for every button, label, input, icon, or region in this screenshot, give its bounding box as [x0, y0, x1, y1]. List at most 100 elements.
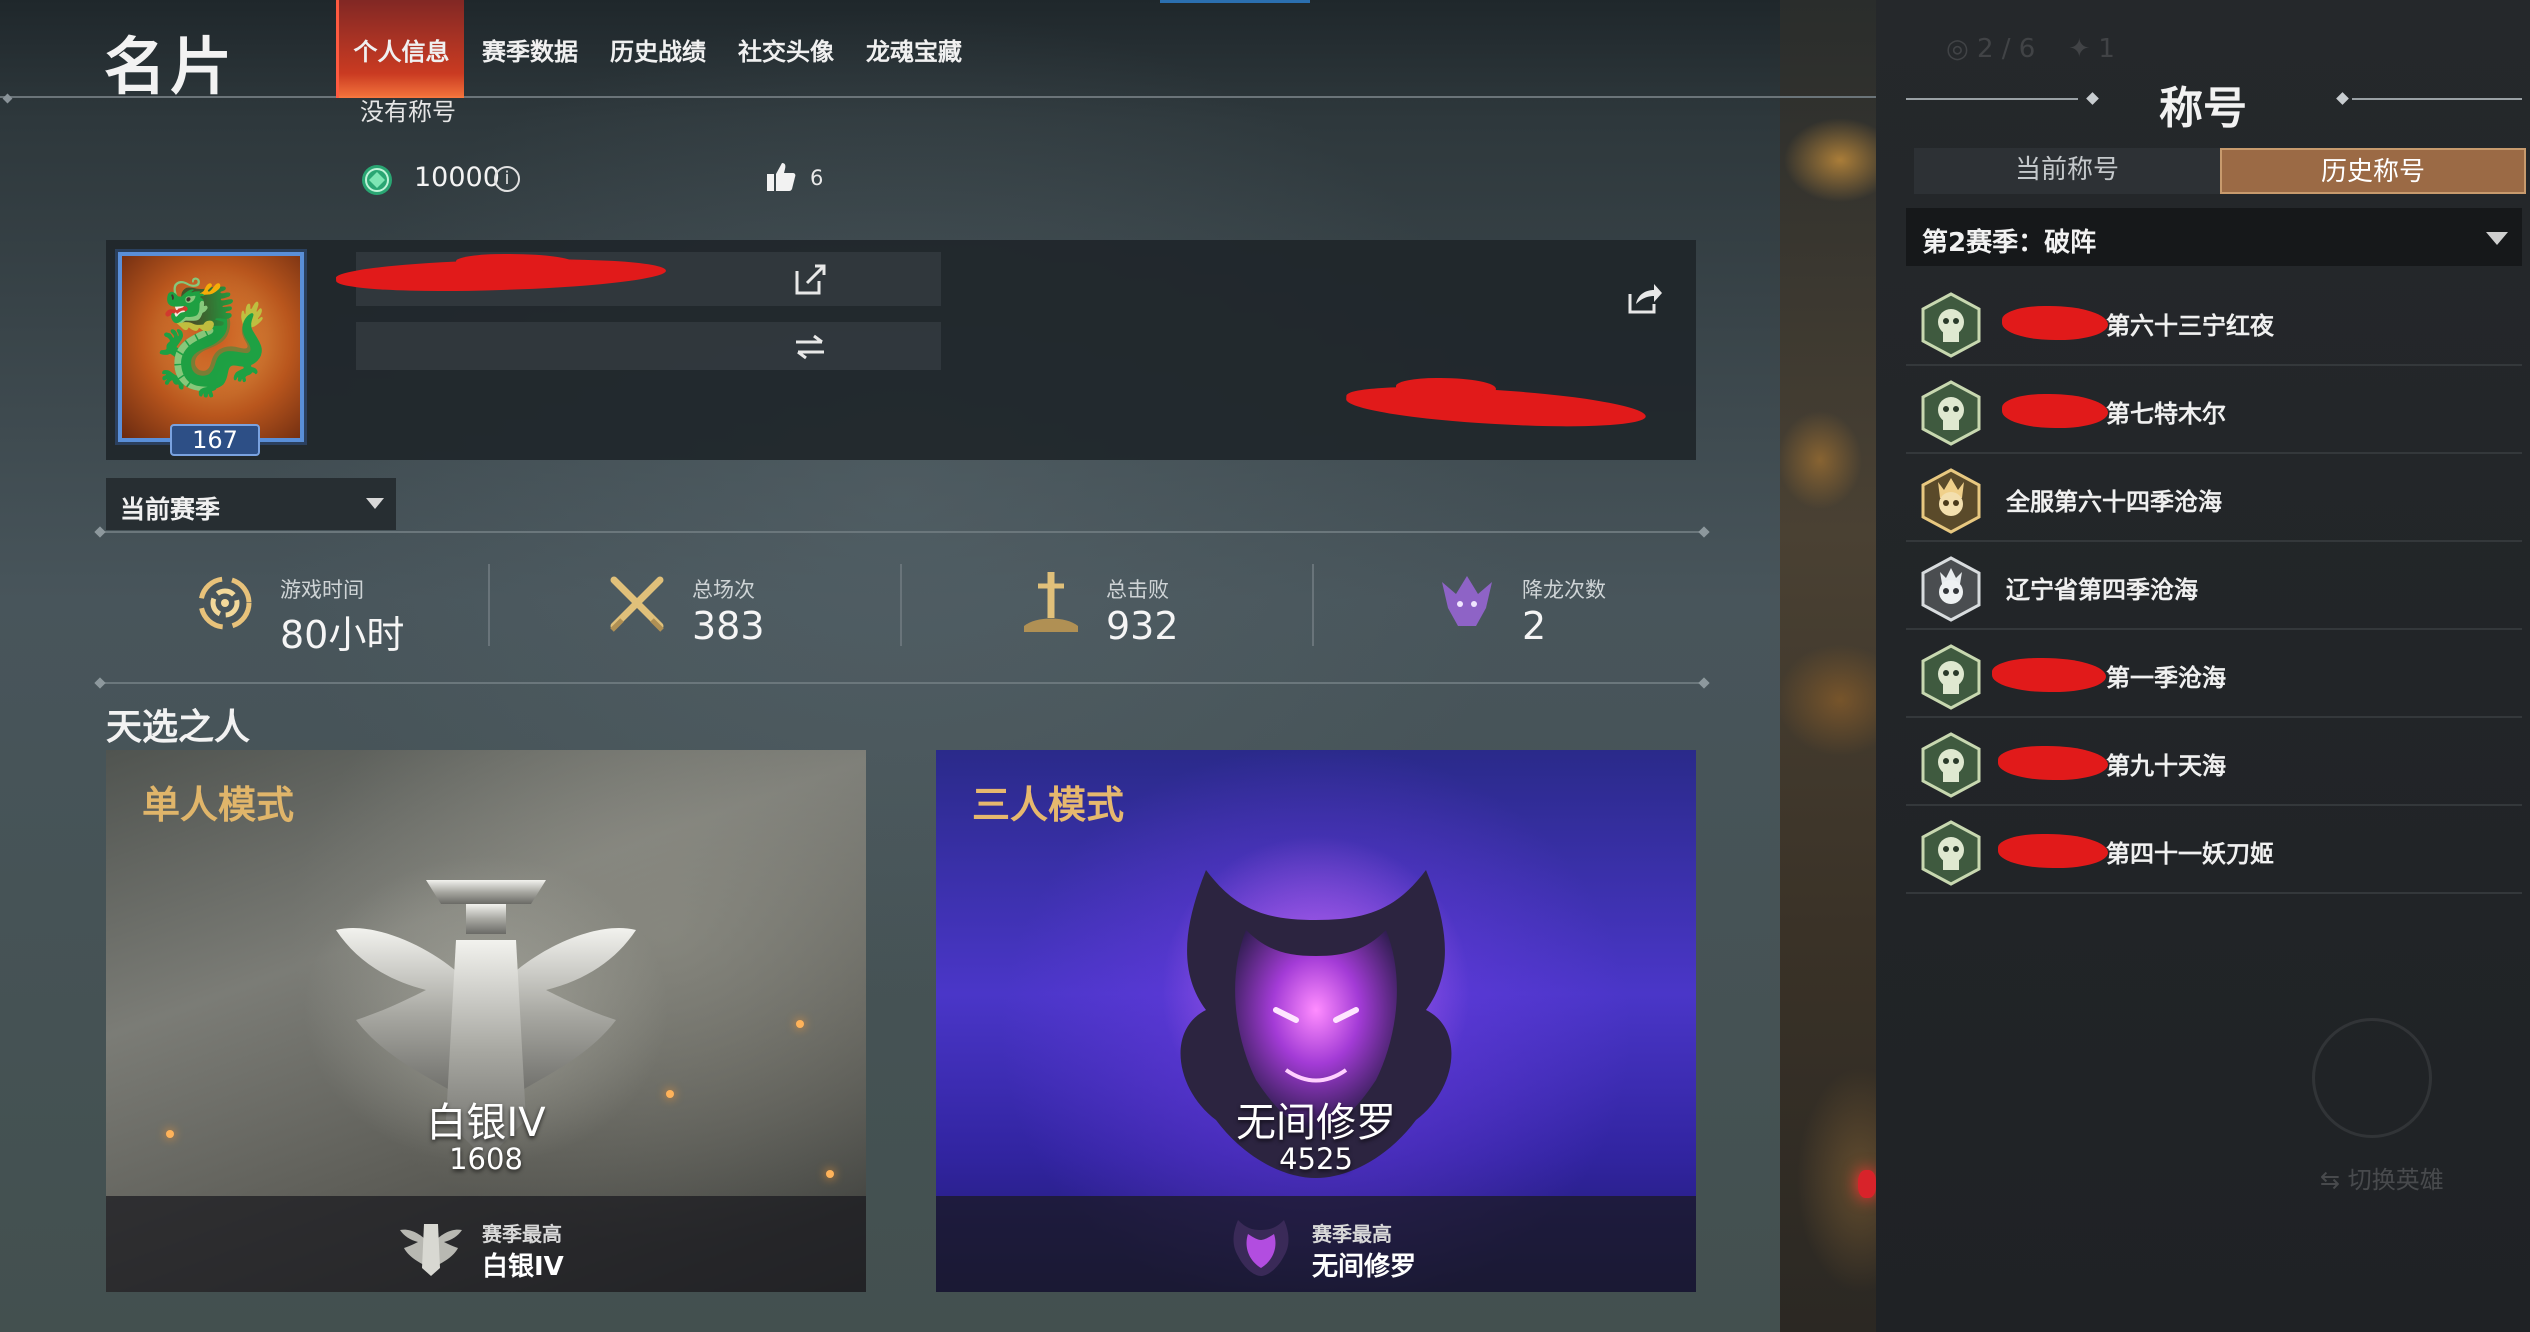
green-skull-badge-icon	[1921, 732, 1981, 798]
stat-value: 80小时	[280, 613, 405, 657]
page-title: 名片	[104, 30, 237, 103]
rank-name: 白银IV	[426, 1100, 546, 1146]
title-season-label: 第2赛季：破阵	[1922, 228, 2097, 258]
stat-total-matches: 总场次 383	[602, 566, 902, 656]
season-best-rank: 白银IV	[482, 1252, 564, 1282]
trio-mode-card[interactable]: 三人模式 无间修罗 4525 赛季最高 无间修罗	[936, 750, 1696, 1292]
tab-label: 赛季数据	[482, 37, 578, 66]
title-text: 第一季沧海	[2106, 664, 2226, 692]
title-text: 第九十天海	[2106, 752, 2226, 780]
rank-score: 4525	[1279, 1142, 1353, 1176]
switch-hero-label: 切换英雄	[2347, 1166, 2444, 1194]
tab-label: 历史战绩	[610, 37, 706, 66]
silver-rank-small-icon	[400, 1224, 462, 1276]
top-indicator	[1160, 0, 1310, 3]
dragon-head-icon	[1442, 576, 1492, 626]
redacted-title-prefix	[1998, 834, 2108, 868]
redacted-title-prefix	[1992, 658, 2106, 692]
section-title: 天选之人	[106, 707, 251, 748]
like-count: 6	[810, 166, 824, 190]
scene-background	[1780, 0, 1890, 1332]
tab-season-data[interactable]: 赛季数据	[466, 0, 594, 98]
switch-hero-hint: ⇆ 切换英雄	[2320, 1166, 2444, 1194]
stat-divider	[1312, 564, 1314, 646]
redacted-id	[1345, 382, 1647, 432]
tab-social-avatar[interactable]: 社交头像	[722, 0, 850, 98]
chevron-down-icon	[366, 498, 384, 509]
title-list-item[interactable]: 第六十三宁红夜	[1906, 278, 2522, 366]
title-list-item[interactable]: 第七特木尔	[1906, 366, 2522, 454]
silver-skull-badge-icon	[1921, 556, 1981, 622]
currency-value: 10000	[414, 162, 500, 193]
profile-card: 🐉 167	[106, 240, 1696, 460]
share-icon[interactable]	[1622, 276, 1666, 320]
season-best-bar: 赛季最高 无间修罗	[936, 1196, 1696, 1292]
title-list-item[interactable]: 全服第六十四季沧海	[1906, 454, 2522, 542]
player-title-text: 没有称号	[360, 98, 456, 126]
rank-score: 1608	[449, 1142, 523, 1176]
green-skull-badge-icon	[1921, 380, 1981, 446]
tab-label: 个人信息	[353, 37, 450, 66]
divider-line	[100, 531, 1706, 533]
swap-title-icon[interactable]	[788, 330, 832, 364]
tab-personal-info[interactable]: 个人信息	[336, 0, 464, 98]
player-level-badge: 167	[170, 424, 260, 456]
tab-dragon-soul-treasure[interactable]: 龙魂宝藏	[850, 0, 978, 98]
boss-eye-glow	[1858, 1170, 1876, 1198]
tab-history-record[interactable]: 历史战绩	[594, 0, 722, 98]
tab-history-title[interactable]: 历史称号	[2220, 148, 2526, 194]
tab-label: 龙魂宝藏	[866, 37, 962, 66]
thumbs-up-icon[interactable]	[764, 160, 798, 194]
swirl-icon	[198, 576, 252, 630]
season-select[interactable]: 当前赛季	[106, 478, 396, 530]
mode-name: 单人模式	[142, 783, 295, 827]
rank-name: 无间修罗	[1236, 1100, 1396, 1146]
title-text: 第四十一妖刀姬	[2106, 840, 2274, 868]
stat-total-kills: 总击败 932	[1016, 566, 1316, 656]
redacted-title-prefix	[1998, 746, 2108, 780]
season-best-bar: 赛季最高 白银IV	[106, 1196, 866, 1292]
title-list-item[interactable]: 第四十一妖刀姬	[1906, 806, 2522, 894]
title-list-item[interactable]: 第九十天海	[1906, 718, 2522, 806]
season-select-label: 当前赛季	[120, 495, 221, 524]
chevron-down-icon	[2486, 232, 2508, 245]
tab-label: 社交头像	[738, 37, 834, 66]
title-season-dropdown[interactable]: 第2赛季：破阵	[1906, 208, 2522, 266]
redacted-title-prefix	[2002, 306, 2108, 340]
title-list-item[interactable]: 辽宁省第四季沧海	[1906, 542, 2522, 630]
currency-coin-icon	[360, 163, 394, 197]
titles-panel: ◎ 2 / 6 ✦ 1 称号 当前称号 历史称号 第2赛季：破阵 第六十三宁红夜…	[1876, 0, 2530, 1332]
stat-value: 2	[1522, 604, 1547, 648]
stat-value: 932	[1106, 604, 1179, 648]
solo-mode-card[interactable]: 单人模式 白银IV 1608 赛季最高 白银IV	[106, 750, 866, 1292]
dragon-avatar-icon: 🐉	[142, 273, 280, 401]
player-name-field	[335, 252, 941, 306]
ghost-compass-icon	[2312, 1018, 2432, 1138]
info-icon[interactable]: i	[494, 166, 520, 192]
title-list-item[interactable]: 第一季沧海	[1906, 630, 2522, 718]
titles-panel-title: 称号	[2159, 83, 2247, 134]
title-line-left	[1906, 98, 2078, 100]
season-best-label: 赛季最高	[482, 1222, 562, 1246]
stat-label: 游戏时间	[280, 578, 364, 602]
avatar[interactable]: 🐉 167	[118, 252, 304, 456]
season-best-label: 赛季最高	[1312, 1222, 1392, 1246]
crossed-swords-icon	[610, 576, 664, 632]
ember-sparkle	[796, 1020, 804, 1028]
stat-divider	[900, 564, 902, 646]
edit-name-icon[interactable]	[788, 260, 832, 300]
sword-in-ground-icon	[1024, 572, 1078, 632]
stat-label: 总击败	[1106, 578, 1169, 602]
stat-label: 降龙次数	[1522, 578, 1606, 602]
ghost-hud-text: ◎ 2 / 6 ✦ 1	[1946, 34, 2115, 64]
green-skull-badge-icon	[1921, 820, 1981, 886]
gold-skull-badge-icon	[1921, 468, 1981, 534]
mode-name: 三人模式	[972, 783, 1125, 827]
demon-rank-small-icon	[1233, 1220, 1289, 1276]
redacted-name-part	[456, 254, 576, 272]
green-skull-badge-icon	[1921, 644, 1981, 710]
title-text: 全服第六十四季沧海	[2006, 488, 2222, 516]
stat-divider	[488, 564, 490, 646]
player-title-field	[356, 322, 941, 370]
tab-current-title[interactable]: 当前称号	[1914, 148, 2220, 194]
